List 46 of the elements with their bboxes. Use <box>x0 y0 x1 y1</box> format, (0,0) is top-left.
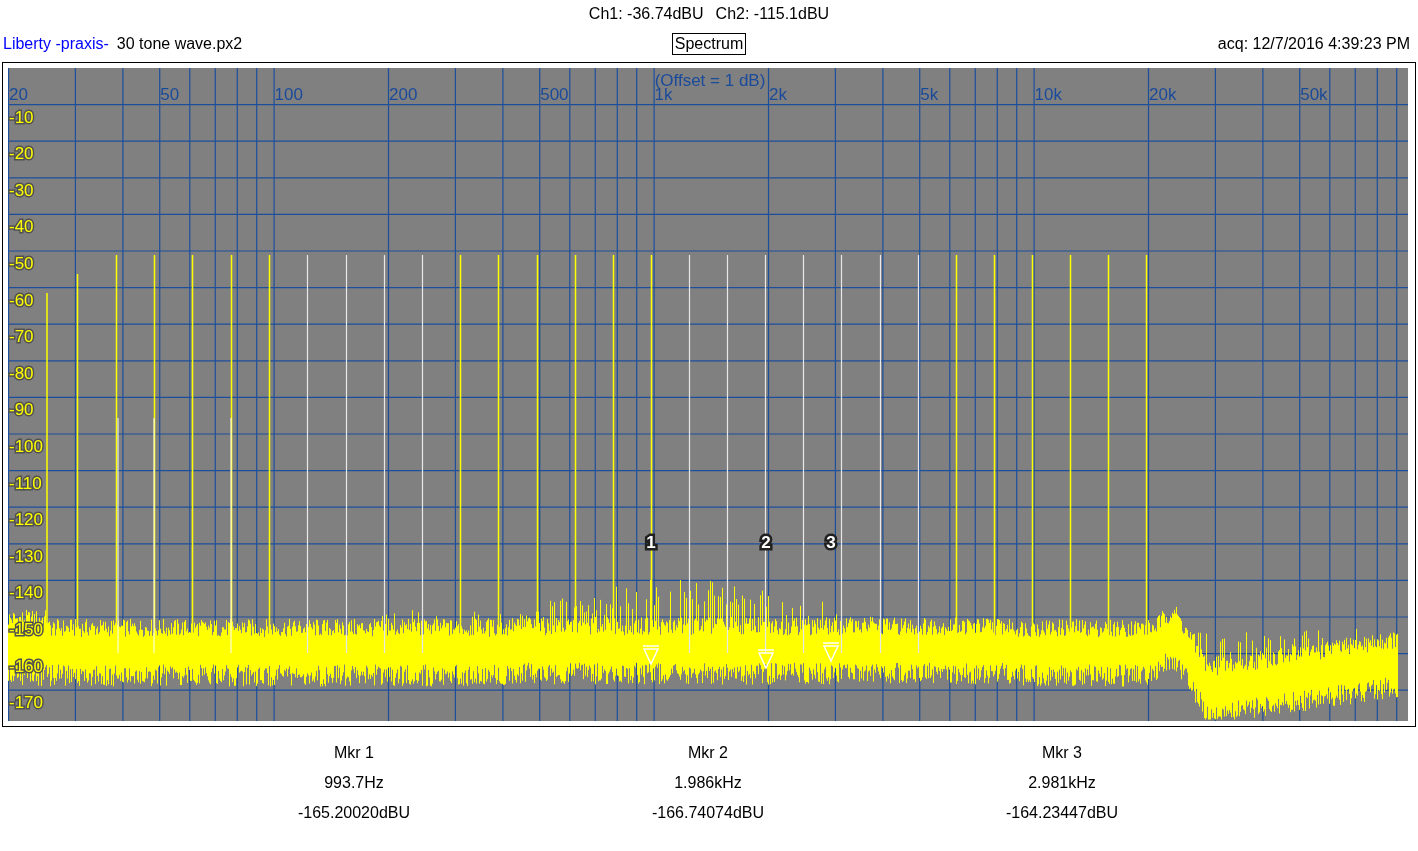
acquisition-time: acq: 12/7/2016 4:39:23 PM <box>1217 34 1410 54</box>
x-axis-label: 500 <box>540 85 569 104</box>
x-axis-label: 2k <box>769 85 787 104</box>
y-axis-label: -20 <box>9 144 34 164</box>
x-axis-label: 50k <box>1300 85 1328 104</box>
marker-frequency: 1.986kHz <box>674 773 742 793</box>
y-axis-label: -60 <box>9 290 34 310</box>
channel-reading: Ch1: -36.74dBU <box>588 4 704 24</box>
x-axis-label: 5k <box>920 85 939 104</box>
marker-title: Mkr 2 <box>688 743 728 763</box>
y-axis-label: -50 <box>9 254 34 273</box>
x-axis-label: 100 <box>274 85 303 104</box>
channel-reading: Ch2: -115.1dBU <box>715 4 830 24</box>
y-axis-label: -70 <box>9 327 34 347</box>
y-axis-label: -110 <box>9 473 42 493</box>
y-axis-label: -30 <box>9 180 34 200</box>
brand-label: Liberty -praxis- <box>3 34 109 54</box>
marker-title: Mkr 3 <box>1042 743 1082 763</box>
marker-title: Mkr 1 <box>334 743 374 763</box>
y-axis-label: -80 <box>9 363 34 383</box>
marker-triangle-icon <box>822 642 840 663</box>
y-axis-label: -120 <box>9 510 44 530</box>
marker-frequency: 2.981kHz <box>1028 773 1096 793</box>
marker-triangle-icon <box>757 649 775 670</box>
y-axis-label: -40 <box>9 217 34 237</box>
y-axis-label: -90 <box>9 400 34 420</box>
x-axis-label: 10k <box>1034 85 1063 104</box>
marker-triangle-icon <box>642 645 660 666</box>
x-axis-label: 20k <box>1149 85 1177 104</box>
y-axis-label: -100 <box>9 437 44 456</box>
marker-value: -166.74074dBU <box>651 803 765 823</box>
y-axis-label: -10 <box>9 107 34 127</box>
y-axis-label: -170 <box>9 693 44 713</box>
marker-frequency: 993.7Hz <box>324 773 384 793</box>
view-title: Spectrum <box>671 33 747 55</box>
y-axis-label: -160 <box>9 656 44 676</box>
x-axis-label: 20 <box>9 85 28 104</box>
file-name: 30 tone wave.px2 <box>116 34 243 54</box>
marker-value: -165.20020dBU <box>297 803 411 823</box>
x-axis-label: 50 <box>160 85 180 104</box>
offset-note: (Offset = 1 dB) <box>654 71 766 90</box>
y-axis-label: -150 <box>9 620 44 639</box>
y-axis-label: -140 <box>9 583 44 603</box>
x-axis-label: 200 <box>389 85 418 104</box>
y-axis-label: -130 <box>9 546 44 566</box>
marker-value: -164.23447dBU <box>1005 803 1119 823</box>
